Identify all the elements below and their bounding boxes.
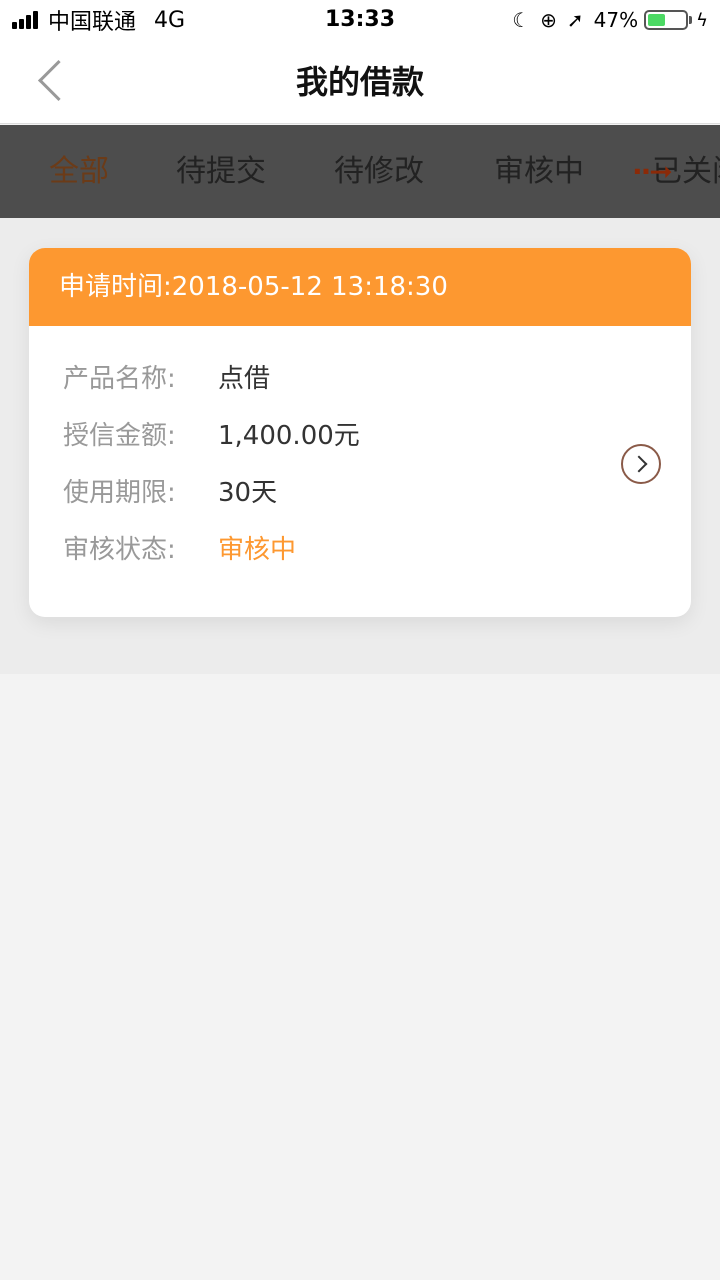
- row-value: 30天: [218, 478, 278, 508]
- row-review-status: 审核状态: 审核中: [63, 529, 296, 566]
- filter-tabs: 全部 待提交 待修改 审核中 已关闭 ··➞: [0, 125, 720, 218]
- tab-pending-edit[interactable]: 待修改: [334, 125, 424, 218]
- moon-icon: ☾: [512, 8, 531, 32]
- card-header-apply-time: 申请时间:2018-05-12 13:18:30: [29, 248, 691, 326]
- status-right: ☾ ⊕ ➚ 47% ϟ: [502, 0, 708, 40]
- row-label: 产品名称:: [63, 364, 176, 394]
- tab-pending-submit[interactable]: 待提交: [176, 125, 266, 218]
- network-type: 4G: [154, 7, 186, 33]
- back-chevron-icon[interactable]: [30, 58, 70, 106]
- battery-icon: [644, 10, 693, 30]
- row-term: 使用期限: 30天: [63, 472, 277, 509]
- status-left: 中国联通 4G: [12, 0, 185, 40]
- row-label: 使用期限:: [63, 478, 176, 508]
- location-arrow-icon: ➚: [566, 8, 584, 32]
- row-label: 审核状态:: [63, 535, 176, 565]
- carrier-name: 中国联通: [48, 10, 137, 35]
- battery-percent: 47%: [593, 8, 639, 32]
- row-label: 授信金额:: [63, 421, 176, 451]
- row-value: 点借: [218, 364, 271, 394]
- page-title: 我的借款: [295, 63, 424, 101]
- tab-all[interactable]: 全部: [49, 125, 109, 218]
- status-value: 审核中: [218, 535, 297, 565]
- rotation-lock-icon: ⊕: [540, 8, 557, 32]
- row-value: 1,400.00元: [218, 421, 360, 451]
- row-product-name: 产品名称: 点借: [63, 358, 270, 395]
- signal-icon: [12, 11, 40, 29]
- row-credit-amount: 授信金额: 1,400.00元: [63, 415, 360, 452]
- tab-under-review[interactable]: 审核中: [494, 125, 584, 218]
- nav-bar: 我的借款: [0, 40, 720, 124]
- loan-card[interactable]: 申请时间:2018-05-12 13:18:30 产品名称: 点借 授信金额: …: [29, 248, 691, 617]
- scroll-more-arrow-icon[interactable]: ··➞: [632, 125, 673, 218]
- charging-bolt-icon: ϟ: [696, 9, 708, 31]
- status-bar: 中国联通 4G 13:33 ☾ ⊕ ➚ 47% ϟ: [0, 0, 720, 40]
- detail-chevron-icon[interactable]: [621, 444, 661, 484]
